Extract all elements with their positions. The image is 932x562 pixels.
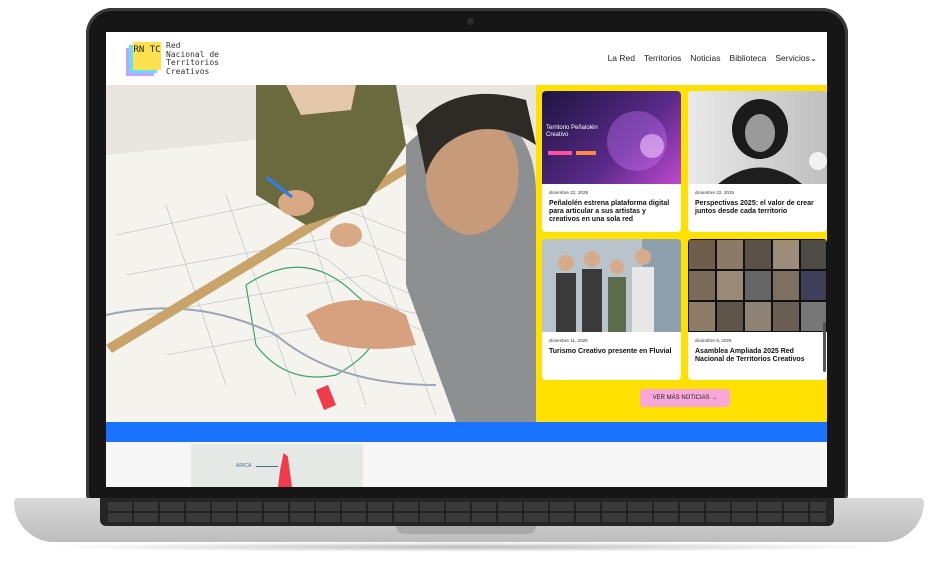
news-image xyxy=(542,239,681,332)
news-date: diciembre 8, 2025 xyxy=(695,338,732,343)
logo-mark: RN TC xyxy=(133,42,161,70)
map-photo-illustration xyxy=(106,85,536,422)
nav-item-noticias[interactable]: Noticias xyxy=(690,53,720,64)
news-image xyxy=(688,239,827,333)
news-image xyxy=(688,91,827,184)
news-card[interactable]: diciembre 22, 2025 Perspectivas 2025: el… xyxy=(688,91,827,232)
more-news-button[interactable]: VER MÁS NOTICIAS → xyxy=(640,389,730,407)
site-header: RN TC Red Nacional de Territorios Creati… xyxy=(106,32,827,87)
news-title[interactable]: Turismo Creativo presente en Fluvial xyxy=(549,348,677,356)
map-label-arica: ARICA xyxy=(236,463,252,469)
logo-text[interactable]: Red Nacional de Territorios Creativos xyxy=(166,41,236,76)
news-card[interactable]: Territorio Peñalolén Creativo diciembre … xyxy=(542,91,681,232)
map-label-line xyxy=(256,466,278,467)
chevron-down-icon: ⌄ xyxy=(809,53,817,63)
main-nav: La Red Territorios Noticias Biblioteca S… xyxy=(608,53,817,64)
news-panel: Territorio Peñalolén Creativo diciembre … xyxy=(536,85,827,422)
hero-photo xyxy=(106,85,536,422)
blue-band xyxy=(106,422,827,442)
news-date: diciembre 11, 2025 xyxy=(549,338,588,343)
news-image: Territorio Peñalolén Creativo xyxy=(542,91,681,184)
site-logo[interactable]: RN TC xyxy=(126,42,162,76)
news-title[interactable]: Perspectivas 2025: el valor de crear jun… xyxy=(695,200,823,216)
browser-screen: RN TC Red Nacional de Territorios Creati… xyxy=(106,32,827,487)
trackpad-notch xyxy=(396,526,536,534)
news-title[interactable]: Peñalolén estrena plataforma digital par… xyxy=(549,200,677,224)
nav-item-la-red[interactable]: La Red xyxy=(608,53,635,64)
news-image-caption: Territorio Peñalolén Creativo xyxy=(546,125,598,138)
news-date: diciembre 22, 2025 xyxy=(549,190,589,195)
camera-icon xyxy=(467,18,474,25)
scrollbar[interactable] xyxy=(823,322,826,372)
news-date: diciembre 22, 2025 xyxy=(695,190,735,195)
nav-item-territorios[interactable]: Territorios xyxy=(644,53,681,64)
laptop-mockup: RN TC Red Nacional de Territorios Creati… xyxy=(0,0,932,562)
news-card[interactable]: diciembre 11, 2025 Turismo Creativo pres… xyxy=(542,239,681,380)
news-card[interactable]: diciembre 8, 2025 Asamblea Ampliada 2025… xyxy=(688,239,827,380)
nav-item-servicios[interactable]: Servicios⌄ xyxy=(775,53,817,64)
nav-item-biblioteca[interactable]: Biblioteca xyxy=(730,53,767,64)
news-title[interactable]: Asamblea Ampliada 2025 Red Nacional de T… xyxy=(695,348,823,364)
